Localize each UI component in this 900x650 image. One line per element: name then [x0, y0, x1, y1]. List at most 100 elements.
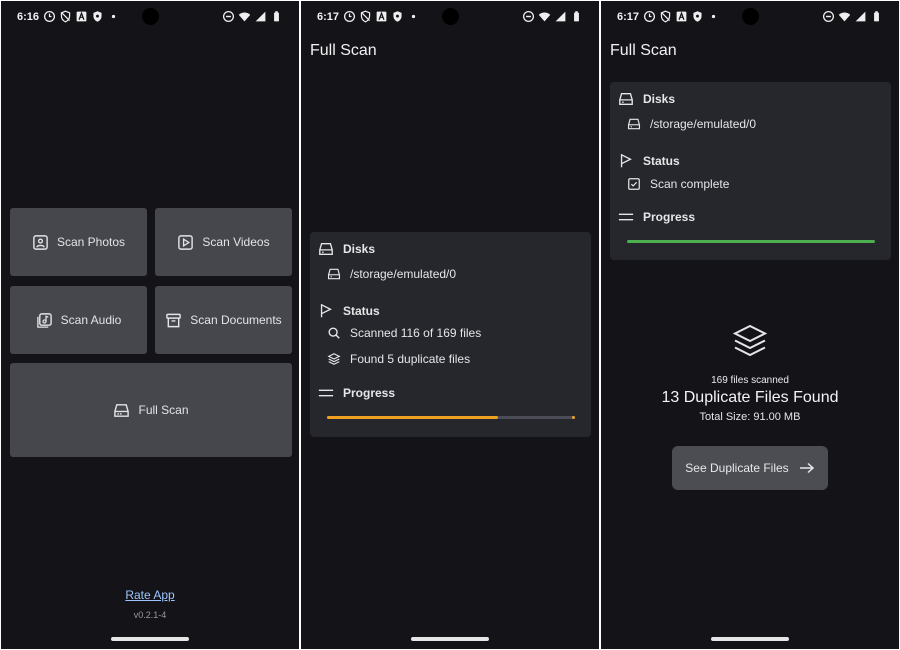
menu-lines-icon	[318, 389, 334, 397]
status-bar: 6:17	[301, 1, 599, 33]
dnd-icon	[822, 10, 835, 23]
rate-app-link[interactable]: Rate App	[1, 588, 299, 602]
scan-complete-text: Scan complete	[650, 177, 730, 191]
search-icon	[328, 327, 340, 339]
dot-icon	[111, 14, 116, 19]
photo-icon	[33, 234, 48, 250]
scan-complete-row: Scan complete	[627, 177, 729, 191]
disk-path: /storage/emulated/0	[350, 267, 457, 281]
audio-icon	[36, 312, 52, 328]
layers-icon	[327, 353, 341, 365]
check-box-icon	[628, 178, 640, 190]
see-duplicate-files-label: See Duplicate Files	[685, 461, 789, 475]
shield-icon	[93, 11, 102, 22]
status-time: 6:17	[617, 11, 640, 23]
scan-summary-card: Disks /storage/emulated/0 Status Scan co…	[610, 82, 891, 260]
scan-progress-card: Disks /storage/emulated/0 Status Scanned…	[310, 232, 591, 437]
full-scan-label: Full Scan	[138, 403, 189, 417]
duplicates-found-heading: 13 Duplicate Files Found	[661, 389, 839, 406]
shield-icon	[693, 11, 702, 22]
alarm-icon	[43, 10, 56, 23]
files-scanned-count: 169 files scanned	[711, 375, 789, 386]
system-icons	[822, 10, 883, 23]
full-scan-button[interactable]: Full Scan	[10, 363, 292, 457]
notification-icons	[343, 10, 420, 23]
system-icons	[222, 10, 283, 23]
disks-header: Disks	[618, 91, 675, 107]
layers-icon	[732, 324, 768, 357]
drive-icon	[619, 93, 633, 105]
wifi-icon	[538, 12, 551, 22]
progress-header: Progress	[318, 385, 395, 401]
scan-photos-label: Scan Photos	[56, 235, 126, 249]
gesture-nav-bar[interactable]	[111, 637, 189, 641]
notification-icons	[43, 10, 120, 23]
battery-icon	[874, 11, 879, 22]
status-time: 6:17	[317, 11, 340, 23]
arrow-right-icon	[799, 462, 814, 474]
scan-audio-label: Scan Audio	[60, 313, 122, 327]
dnd-icon	[522, 10, 535, 23]
scan-documents-label: Scan Documents	[190, 313, 282, 327]
flag-icon	[620, 153, 632, 168]
video-icon	[178, 234, 194, 250]
drive-icon	[627, 118, 641, 130]
page-title: Full Scan	[610, 42, 677, 59]
progress-track	[627, 240, 875, 243]
dot-icon	[711, 14, 716, 19]
notification-icons	[643, 10, 720, 23]
signal-icon	[555, 11, 566, 22]
progress-track	[327, 416, 575, 419]
scanned-count-row: Scanned 116 of 169 files	[327, 326, 481, 340]
progress-end-dot	[572, 416, 575, 419]
font-icon	[376, 11, 387, 22]
drive-icon	[319, 243, 333, 255]
menu-lines-icon	[618, 213, 634, 221]
disk-path: /storage/emulated/0	[650, 117, 757, 131]
status-label: Status	[643, 154, 680, 168]
disks-label: Disks	[643, 92, 676, 106]
status-time: 6:16	[17, 11, 40, 23]
archive-icon	[166, 313, 182, 327]
drive-icon	[327, 268, 341, 280]
scan-documents-button[interactable]: Scan Documents	[155, 286, 292, 354]
scan-photos-button[interactable]: Scan Photos	[10, 208, 147, 276]
status-bar: 6:17	[601, 1, 899, 33]
scanning-screen: 6:17 Full Scan Disks /storage/emulated/0…	[301, 1, 599, 649]
camera-cutout	[742, 8, 759, 25]
font-icon	[76, 11, 87, 22]
scan-audio-button[interactable]: Scan Audio	[10, 286, 147, 354]
total-size: Total Size: 91.00 MB	[699, 411, 801, 423]
status-header: Status	[618, 153, 680, 169]
system-icons	[522, 10, 583, 23]
app-version: v0.2.1-4	[133, 610, 167, 620]
dnd-icon	[222, 10, 235, 23]
camera-cutout	[442, 8, 459, 25]
flag-icon	[320, 303, 332, 318]
signal-icon	[855, 11, 866, 22]
status-header: Status	[318, 303, 380, 319]
home-screen: 6:16 Scan Photos Scan Videos Scan Audio …	[1, 1, 299, 649]
page-title: Full Scan	[310, 42, 377, 59]
shield-icon	[393, 11, 402, 22]
gesture-nav-bar[interactable]	[711, 637, 789, 641]
wifi-icon	[238, 12, 251, 22]
signal-icon	[255, 11, 266, 22]
battery-icon	[274, 11, 279, 22]
shield-off-icon	[60, 10, 71, 23]
status-bar: 6:16	[1, 1, 299, 33]
scanned-count: Scanned 116 of 169 files	[350, 326, 482, 340]
progress-label: Progress	[643, 210, 696, 224]
disks-header: Disks	[318, 241, 375, 257]
progress-fill	[627, 240, 875, 243]
disk-path-row: /storage/emulated/0	[327, 267, 456, 281]
progress-header: Progress	[618, 209, 695, 225]
shield-off-icon	[360, 10, 371, 23]
screenshots-strip: 6:16 Scan Photos Scan Videos Scan Audio …	[0, 0, 900, 650]
wifi-icon	[838, 12, 851, 22]
progress-fill	[327, 416, 499, 419]
see-duplicate-files-button[interactable]: See Duplicate Files	[672, 446, 828, 490]
gesture-nav-bar[interactable]	[411, 637, 489, 641]
scan-videos-button[interactable]: Scan Videos	[155, 208, 292, 276]
duplicates-found-row: Found 5 duplicate files	[327, 352, 470, 366]
